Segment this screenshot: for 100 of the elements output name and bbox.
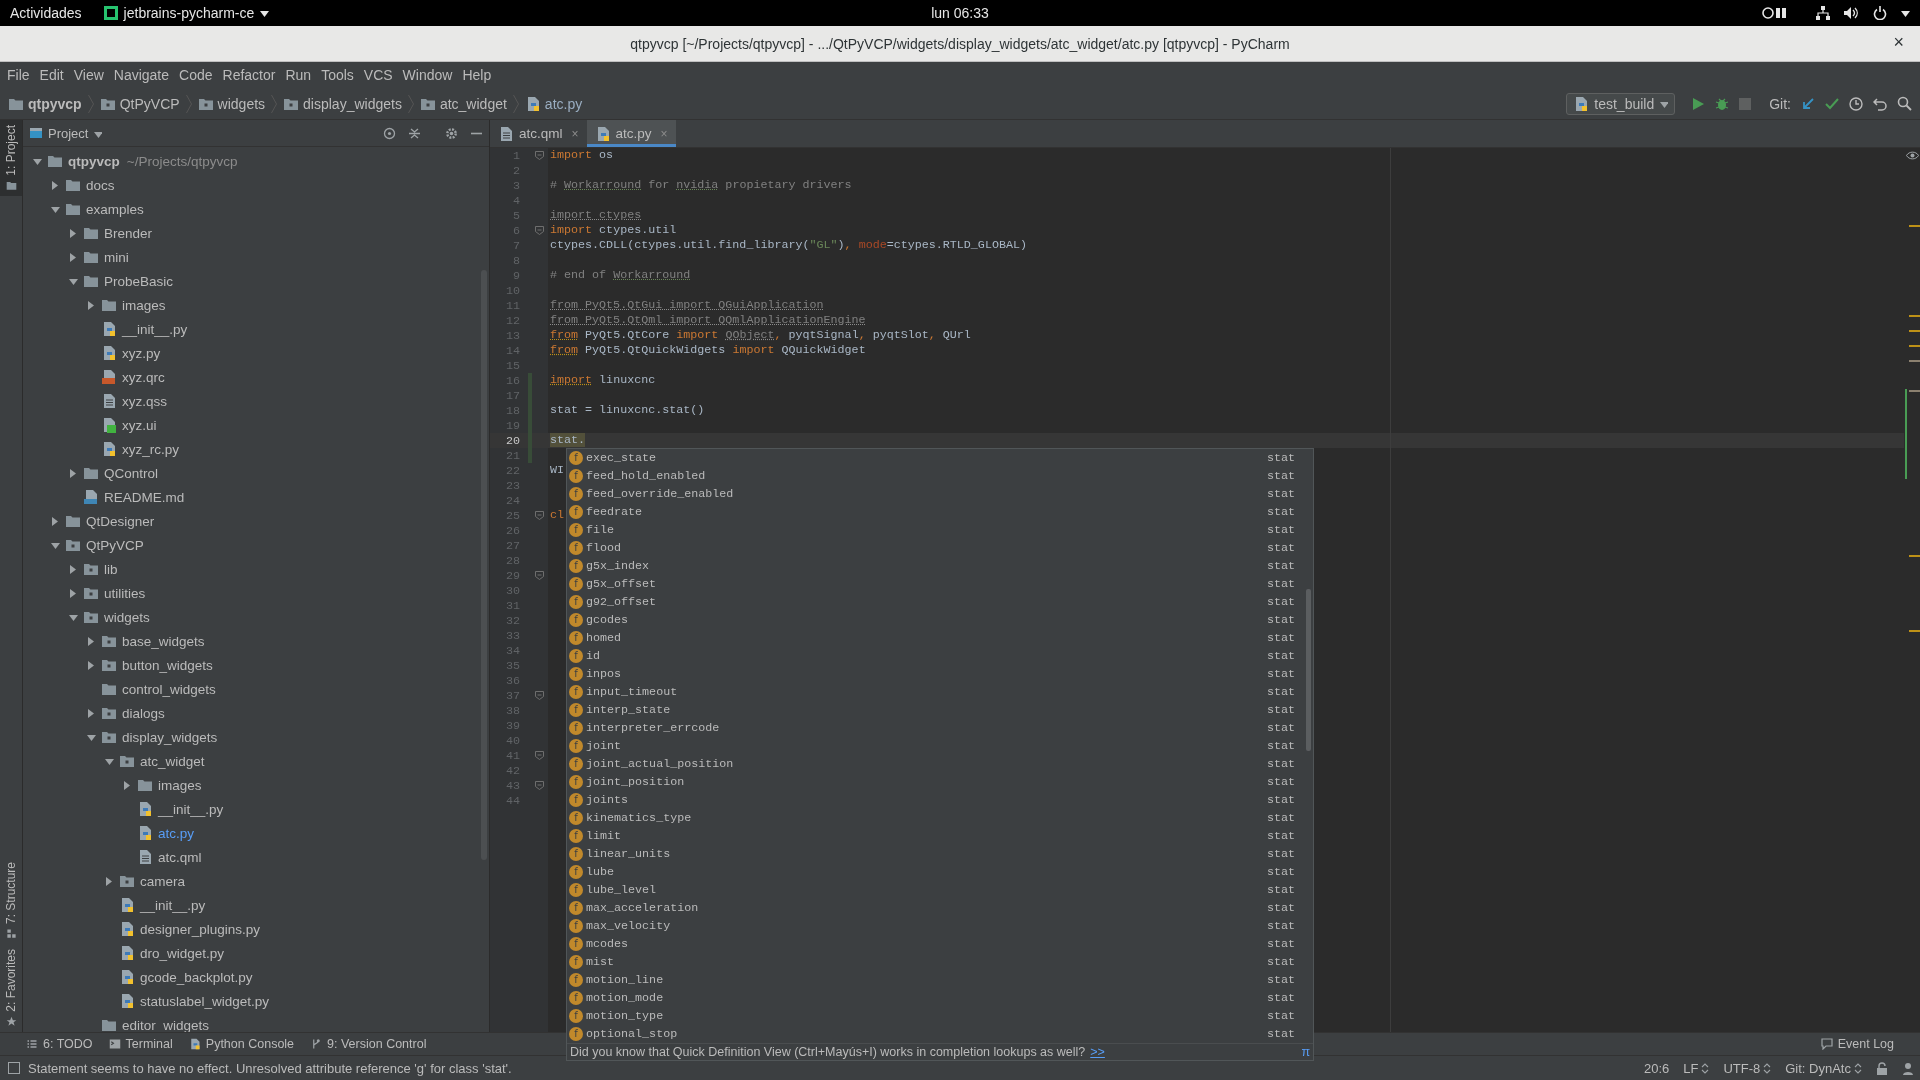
tool-window-tab[interactable]: 1: Project	[0, 120, 22, 196]
expand-arrow-icon[interactable]	[85, 635, 97, 647]
completion-item[interactable]: max_velocity	[586, 919, 671, 933]
completion-item[interactable]: g5x_index	[586, 559, 650, 573]
tree-item-label[interactable]: button_widgets	[122, 657, 213, 673]
breadcrumb[interactable]: qtpyvcp	[8, 95, 88, 112]
editor-tab[interactable]: atc.py ×	[586, 120, 676, 147]
locate-icon[interactable]	[383, 126, 396, 140]
completion-item[interactable]: mcodes	[586, 937, 629, 951]
completion-item[interactable]: homed	[586, 631, 622, 645]
tree-item-label[interactable]: atc_widget	[140, 753, 205, 769]
fold-marker-icon[interactable]	[534, 691, 544, 700]
tree-item-label[interactable]: mini	[104, 249, 129, 265]
scrollbar-thumb[interactable]	[1306, 589, 1311, 751]
settings-icon[interactable]	[445, 126, 458, 140]
expand-arrow-icon[interactable]	[49, 179, 61, 191]
tree-item-label[interactable]: atc.py	[158, 825, 195, 841]
completion-item[interactable]: joint_actual_position	[586, 757, 734, 771]
menu-item[interactable]: VCS	[358, 67, 398, 83]
expand-arrow-icon[interactable]	[85, 707, 97, 719]
tree-item-label[interactable]: xyz_rc.py	[122, 441, 179, 457]
completion-item[interactable]: id	[586, 649, 601, 663]
tree-item-label[interactable]: QtPyVCP	[86, 537, 144, 553]
fold-marker-icon[interactable]	[534, 781, 544, 790]
hint-link[interactable]: >>	[1090, 1045, 1105, 1059]
tree-item-label[interactable]: xyz.ui	[122, 417, 157, 433]
completion-item[interactable]: lube	[586, 865, 615, 879]
pin-symbol[interactable]: π	[1301, 1045, 1310, 1059]
completion-item[interactable]: g92_offset	[586, 595, 657, 609]
completion-item[interactable]: feedrate	[586, 505, 643, 519]
editor-tab[interactable]: atc.qml ×	[490, 120, 587, 147]
lock-icon[interactable]	[1876, 1061, 1888, 1075]
tree-item-label[interactable]: qtpyvcp	[68, 153, 120, 169]
tree-item-label[interactable]: statuslabel_widget.py	[140, 993, 270, 1009]
completion-item[interactable]: motion_mode	[586, 991, 664, 1005]
tool-window-button[interactable]: Terminal	[108, 1037, 173, 1051]
tree-item-label[interactable]: __init__.py	[158, 801, 224, 817]
collapse-all-icon[interactable]	[408, 126, 421, 140]
completion-item[interactable]: optional_stop	[586, 1027, 678, 1041]
tree-item-label[interactable]: gcode_backplot.py	[140, 969, 253, 985]
tree-item-label[interactable]: xyz.qrc	[122, 369, 165, 385]
menu-item[interactable]: Tools	[316, 67, 359, 83]
completion-item[interactable]: limit	[586, 829, 622, 843]
tree-item-label[interactable]: camera	[140, 873, 185, 889]
expand-arrow-icon[interactable]	[49, 515, 61, 527]
expand-arrow-icon[interactable]	[67, 227, 79, 239]
project-view-dropdown[interactable]: Project	[29, 125, 103, 141]
expand-arrow-icon[interactable]	[67, 563, 79, 575]
tree-item-label[interactable]: designer_plugins.py	[140, 921, 261, 937]
fold-marker-icon[interactable]	[534, 511, 544, 520]
completion-item[interactable]: joint_position	[586, 775, 685, 789]
fold-marker-icon[interactable]	[534, 751, 544, 760]
expand-arrow-icon[interactable]	[67, 587, 79, 599]
expand-arrow-icon[interactable]	[103, 875, 115, 887]
completion-item[interactable]: motion_type	[586, 1009, 664, 1023]
tree-item-label[interactable]: dialogs	[122, 705, 165, 721]
fold-marker-icon[interactable]	[534, 226, 544, 235]
completion-item[interactable]: feed_override_enabled	[586, 487, 734, 501]
completion-item[interactable]: linear_units	[586, 847, 671, 861]
completion-item[interactable]: lube_level	[586, 883, 657, 897]
tree-item-label[interactable]: atc.qml	[158, 849, 202, 865]
expand-arrow-icon[interactable]	[67, 467, 79, 479]
tool-window-button[interactable]: 9: Version Control	[310, 1037, 427, 1051]
expand-arrow-icon[interactable]	[121, 779, 133, 791]
expand-arrow-icon[interactable]	[67, 251, 79, 263]
completion-item[interactable]: exec_state	[586, 451, 657, 465]
caret-position[interactable]: 20:6	[1643, 1060, 1670, 1076]
completion-item[interactable]: mist	[586, 955, 615, 969]
tool-window-tab[interactable]: 7: Structure	[0, 857, 22, 945]
tree-item-label[interactable]: base_widgets	[122, 633, 205, 649]
tree-item-label[interactable]: __init__.py	[122, 321, 188, 337]
tool-window-button[interactable]: Python Console	[188, 1037, 295, 1051]
eye-icon[interactable]	[1905, 151, 1919, 160]
revert-icon[interactable]	[1873, 96, 1887, 111]
expand-arrow-icon[interactable]	[85, 659, 97, 671]
breadcrumb[interactable]: atc.py	[524, 95, 589, 112]
tree-item-label[interactable]: images	[158, 777, 202, 793]
completion-item[interactable]: interp_state	[586, 703, 671, 717]
encoding-button[interactable]: UTF-8	[1723, 1060, 1772, 1076]
tree-item-label[interactable]: README.md	[104, 489, 185, 505]
menu-item[interactable]: Refactor	[217, 67, 281, 83]
completion-item[interactable]: motion_line	[586, 973, 664, 987]
completion-item[interactable]: kinematics_type	[586, 811, 692, 825]
menu-item[interactable]: Run	[280, 67, 317, 83]
completion-item[interactable]: input_timeout	[586, 685, 678, 699]
expand-arrow-icon[interactable]	[85, 299, 97, 311]
commit-icon[interactable]	[1825, 96, 1839, 111]
completion-item[interactable]: g5x_offset	[586, 577, 657, 591]
search-icon[interactable]	[1897, 96, 1912, 111]
tree-item-label[interactable]: dro_widget.py	[140, 945, 225, 961]
tree-item-label[interactable]: utilities	[104, 585, 146, 601]
menu-item[interactable]: Window	[397, 67, 458, 83]
menu-item[interactable]: Help	[457, 67, 497, 83]
event-log-button[interactable]: Event Log	[1820, 1037, 1894, 1051]
caret-icon[interactable]	[1901, 8, 1910, 18]
fold-marker-icon[interactable]	[534, 151, 544, 160]
clock[interactable]: lun 06:33	[931, 5, 989, 21]
completion-item[interactable]: max_acceleration	[586, 901, 699, 915]
run-config-dropdown[interactable]: test_build	[1566, 92, 1676, 115]
tree-item-label[interactable]: examples	[86, 201, 144, 217]
